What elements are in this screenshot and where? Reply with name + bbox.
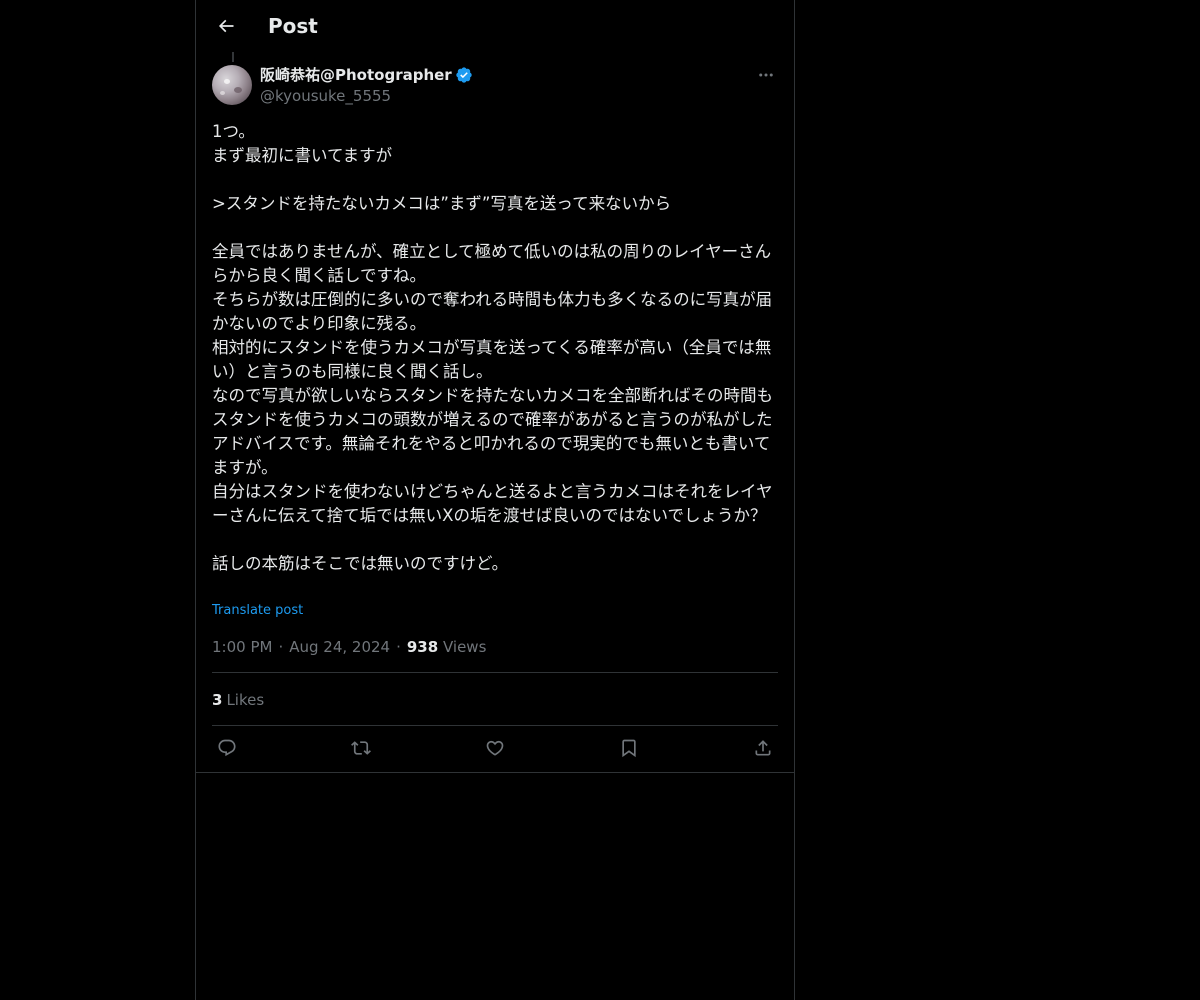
share-button[interactable] <box>751 736 775 760</box>
thread-connector-line <box>232 52 234 62</box>
translate-post-link[interactable]: Translate post <box>212 602 303 620</box>
avatar[interactable] <box>212 65 252 105</box>
share-icon <box>755 740 771 756</box>
heart-icon <box>486 740 504 756</box>
views-count: 938 <box>406 638 439 656</box>
views-label: Views <box>442 638 487 656</box>
back-button[interactable] <box>208 8 244 44</box>
author-name-row: 阪崎恭祐@Photographer <box>260 64 473 86</box>
likes-count: 3 <box>212 691 223 709</box>
post-date[interactable]: Aug 24, 2024 <box>289 637 390 657</box>
likes-label: Likes <box>226 691 265 709</box>
verified-badge-icon[interactable] <box>455 66 473 84</box>
views-stat[interactable]: 938 Views <box>407 637 487 657</box>
post-body-text: 1つ。 まず最初に書いてますが >スタンドを持たないカメコは”まず”写真を送って… <box>212 122 773 573</box>
post-time[interactable]: 1:00 PM <box>212 637 272 657</box>
arrow-left-icon <box>218 19 234 33</box>
repost-icon <box>351 741 371 755</box>
post-action-bar <box>212 736 778 760</box>
divider <box>212 672 778 673</box>
post-detail-column: Post 阪崎恭祐@Photographer @kyousuke_5555 1つ… <box>195 0 795 1000</box>
bookmark-button[interactable] <box>617 736 641 760</box>
page-title: Post <box>268 14 318 38</box>
page-header: Post <box>196 0 794 53</box>
more-horizontal-icon <box>759 73 773 77</box>
meta-separator: · <box>278 638 284 656</box>
author-handle[interactable]: @kyousuke_5555 <box>260 86 391 106</box>
repost-button[interactable] <box>349 736 373 760</box>
post-bottom-border <box>196 772 794 773</box>
divider <box>212 725 778 726</box>
author-display-name[interactable]: 阪崎恭祐@Photographer <box>260 65 452 85</box>
like-button[interactable] <box>483 736 507 760</box>
bookmark-icon <box>622 739 636 758</box>
likes-stat[interactable]: 3 Likes <box>212 690 264 710</box>
meta-separator: · <box>396 638 401 656</box>
post-metadata: 1:00 PM · Aug 24, 2024 · 938 Views <box>212 637 486 657</box>
more-options-button[interactable] <box>754 64 778 86</box>
reply-icon <box>218 739 236 757</box>
reply-button[interactable] <box>215 736 239 760</box>
